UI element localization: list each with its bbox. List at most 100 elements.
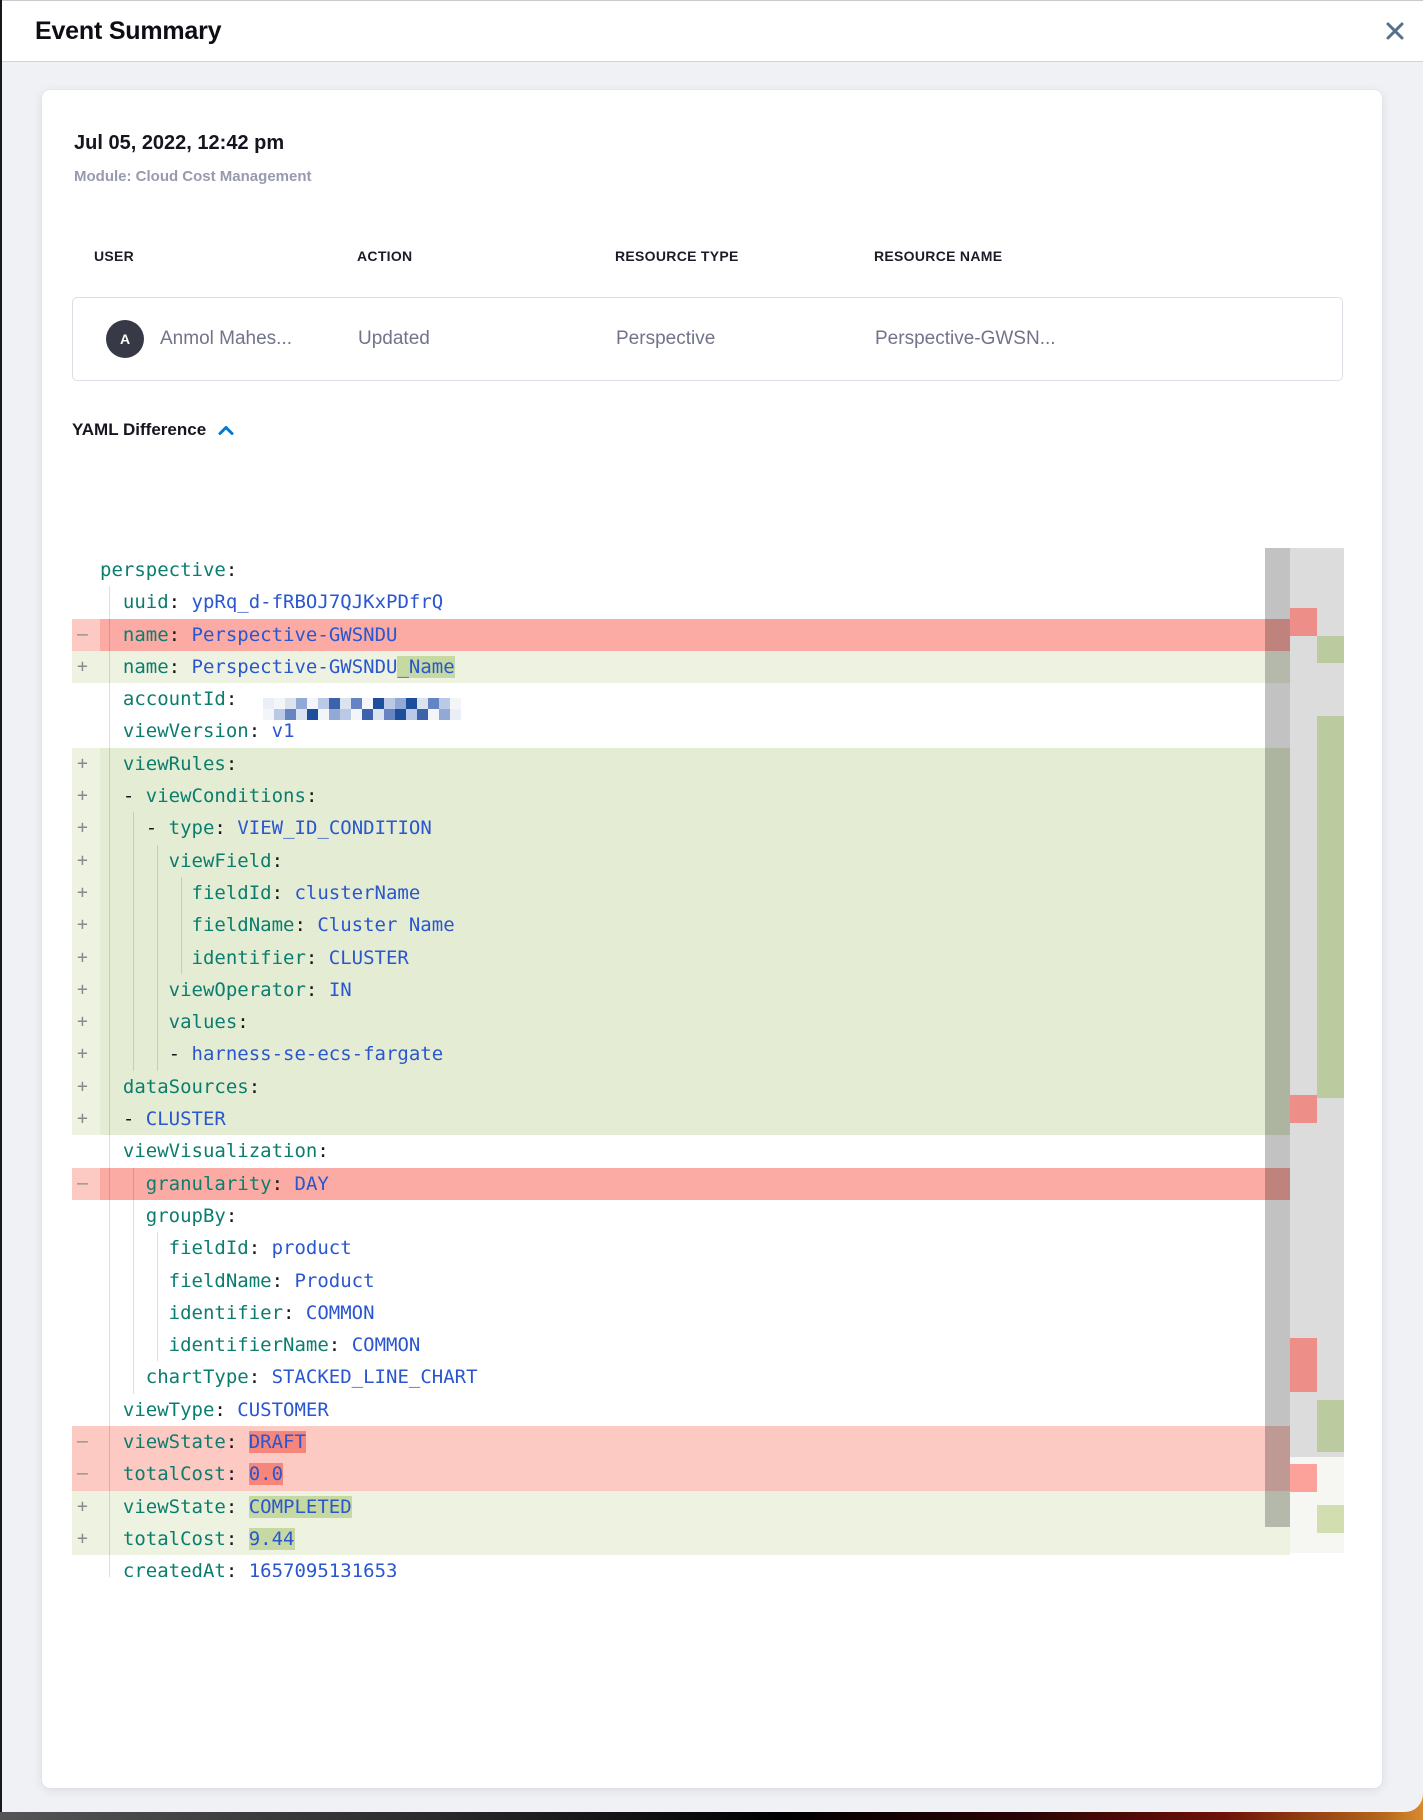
code-text: fieldId: product [100, 1232, 352, 1264]
minimap-marker [1290, 1095, 1317, 1123]
diff-gutter-sign: + [72, 1523, 100, 1555]
diff-gutter-sign [72, 683, 100, 715]
collapse-toggle[interactable] [216, 423, 236, 438]
diff-gutter-sign: + [72, 1038, 100, 1070]
diff-line: identifierName: COMMON [72, 1329, 1290, 1361]
minimap-marker [1317, 716, 1344, 1098]
code-text: identifier: COMMON [100, 1297, 375, 1329]
diff-line: viewVisualization: [72, 1135, 1290, 1167]
event-timestamp: Jul 05, 2022, 12:42 pm [74, 132, 284, 155]
diff-line: + viewState: COMPLETED [72, 1491, 1290, 1523]
close-button[interactable] [1381, 18, 1409, 46]
diff-gutter-sign [72, 1297, 100, 1329]
page-title: Event Summary [35, 1, 221, 61]
scrollbar-slider[interactable] [1265, 548, 1290, 1527]
column-header-action: ACTION [335, 248, 593, 264]
code-text: fieldName: Product [100, 1265, 375, 1297]
yaml-difference-header: YAML Difference [72, 420, 236, 440]
column-header-user: USER [72, 248, 335, 264]
diff-gutter-sign [72, 554, 100, 586]
diff-gutter-sign: + [72, 748, 100, 780]
diff-line: + - CLUSTER [72, 1103, 1290, 1135]
diff-line: chartType: STACKED_LINE_CHART [72, 1361, 1290, 1393]
diff-line: identifier: COMMON [72, 1297, 1290, 1329]
event-summary-panel: Event Summary Jul 05, 2022, 12:42 pm Mod… [0, 0, 1423, 1812]
code-text: uuid: ypRq_d-fRBOJ7QJKxPDfrQ [100, 586, 443, 618]
minimap-marker [1317, 1400, 1344, 1452]
diff-lines: perspective: uuid: ypRq_d-fRBOJ7QJKxPDfr… [72, 554, 1290, 1577]
diff-line: perspective: [72, 554, 1290, 586]
diff-gutter-sign: + [72, 780, 100, 812]
diff-line: + fieldId: clusterName [72, 877, 1290, 909]
diff-line: – name: Perspective-GWSNDU [72, 619, 1290, 651]
diff-line: accountId: [72, 683, 1290, 715]
diff-gutter-sign: – [72, 1458, 100, 1490]
diff-gutter-sign: + [72, 909, 100, 941]
minimap-marker [1290, 608, 1317, 636]
diff-gutter-sign [72, 1329, 100, 1361]
code-text: viewRules: [100, 748, 237, 780]
diff-line: + totalCost: 9.44 [72, 1523, 1290, 1555]
code-text: name: Perspective-GWSNDU [100, 619, 397, 651]
code-text: totalCost: 9.44 [100, 1523, 295, 1555]
code-text: viewField: [100, 845, 283, 877]
chevron-up-icon [218, 424, 234, 439]
diff-gutter-sign: + [72, 1103, 100, 1135]
code-text: viewVisualization: [100, 1135, 329, 1167]
diff-gutter-sign [72, 586, 100, 618]
code-text: - harness-se-ecs-fargate [100, 1038, 443, 1070]
diff-line: uuid: ypRq_d-fRBOJ7QJKxPDfrQ [72, 586, 1290, 618]
column-header-resource-name: RESOURCE NAME [852, 248, 1344, 264]
user-name: Anmol Mahes... [160, 328, 292, 350]
minimap[interactable] [1290, 548, 1344, 1577]
diff-gutter-sign: + [72, 812, 100, 844]
yaml-diff-editor: perspective: uuid: ypRq_d-fRBOJ7QJKxPDfr… [72, 548, 1344, 1577]
column-header-resource-type: RESOURCE TYPE [593, 248, 852, 264]
yaml-difference-label: YAML Difference [72, 420, 206, 440]
diff-gutter-sign: + [72, 942, 100, 974]
diff-line: + - harness-se-ecs-fargate [72, 1038, 1290, 1070]
diff-gutter-sign: + [72, 877, 100, 909]
diff-line: + fieldName: Cluster Name [72, 909, 1290, 941]
diff-gutter-sign [72, 715, 100, 747]
code-text: accountId: [100, 683, 461, 715]
diff-line: + viewRules: [72, 748, 1290, 780]
diff-gutter-sign: + [72, 845, 100, 877]
user-cell: A Anmol Mahes... [73, 320, 336, 358]
code-text: identifierName: COMMON [100, 1329, 420, 1361]
code-text: - viewConditions: [100, 780, 317, 812]
diff-line: fieldName: Product [72, 1265, 1290, 1297]
event-card: Jul 05, 2022, 12:42 pm Module: Cloud Cos… [42, 90, 1382, 1788]
resource-type-cell: Perspective [594, 328, 853, 350]
diff-gutter-sign [72, 1232, 100, 1264]
diff-gutter-sign [72, 1200, 100, 1232]
diff-line: – viewState: DRAFT [72, 1426, 1290, 1458]
diff-line: + dataSources: [72, 1071, 1290, 1103]
minimap-marker [1290, 1464, 1317, 1492]
diff-line: + name: Perspective-GWSNDU_Name [72, 651, 1290, 683]
diff-gutter-sign [72, 1361, 100, 1393]
diff-gutter-sign: + [72, 1071, 100, 1103]
diff-gutter-sign: – [72, 619, 100, 651]
code-text: viewState: COMPLETED [100, 1491, 352, 1523]
diff-gutter-sign: + [72, 1006, 100, 1038]
code-text: viewVersion: v1 [100, 715, 295, 747]
diff-line: + values: [72, 1006, 1290, 1038]
code-text: viewState: DRAFT [100, 1426, 306, 1458]
code-text: dataSources: [100, 1071, 260, 1103]
diff-line: + viewField: [72, 845, 1290, 877]
code-text: name: Perspective-GWSNDU_Name [100, 651, 455, 683]
avatar: A [106, 320, 144, 358]
code-text: groupBy: [100, 1200, 237, 1232]
close-icon [1384, 30, 1406, 45]
diff-gutter-sign [72, 1394, 100, 1426]
diff-line: + - type: VIEW_ID_CONDITION [72, 812, 1290, 844]
code-text: identifier: CLUSTER [100, 942, 409, 974]
code-text: chartType: STACKED_LINE_CHART [100, 1361, 478, 1393]
diff-gutter-sign: – [72, 1426, 100, 1458]
code-text: fieldId: clusterName [100, 877, 420, 909]
panel-header: Event Summary [2, 0, 1423, 62]
resource-name-cell: Perspective-GWSN... [853, 328, 1342, 350]
event-module: Module: Cloud Cost Management [74, 168, 312, 185]
code-text: - type: VIEW_ID_CONDITION [100, 812, 432, 844]
